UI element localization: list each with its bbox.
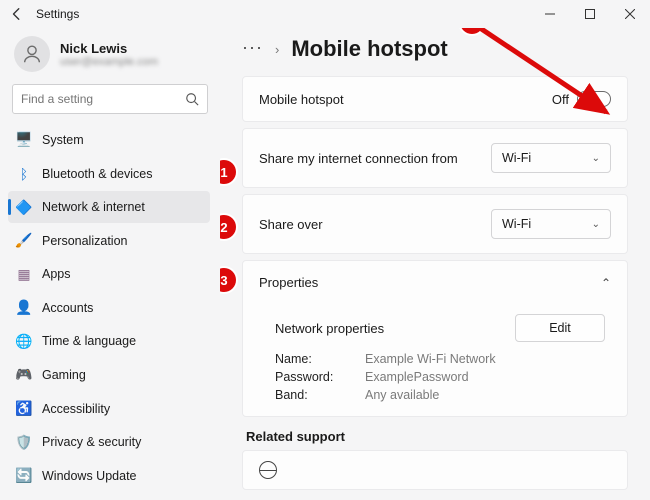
sidebar: Nick Lewis user@example.com 🖥️ System ᛒ Blu… (0, 28, 220, 500)
sidebar-item-gaming[interactable]: 🎮 Gaming (8, 359, 210, 392)
chevron-down-icon: ⌄ (592, 219, 600, 230)
band-key: Band: (275, 388, 365, 402)
properties-card: Properties ⌃ Network properties Edit Nam… (242, 260, 628, 417)
password-value: ExamplePassword (365, 370, 611, 384)
sidebar-icon: ▦ (16, 266, 32, 282)
name-key: Name: (275, 352, 365, 366)
breadcrumb-more[interactable]: ··· (242, 37, 263, 58)
share-over-label: Share over (259, 217, 323, 232)
titlebar: Settings (0, 0, 650, 28)
person-icon (21, 43, 43, 65)
annotation-4: 4 (460, 28, 484, 34)
sidebar-item-label: Time & language (42, 334, 136, 348)
annotation-1: 1 (220, 160, 236, 184)
hotspot-toggle[interactable]: Off (552, 91, 611, 107)
sidebar-icon: 🖥️ (16, 132, 32, 148)
user-email: user@example.com (60, 56, 158, 68)
sidebar-item-label: Bluetooth & devices (42, 167, 153, 181)
page-title: Mobile hotspot (291, 36, 447, 62)
search-box[interactable] (12, 84, 208, 114)
search-icon (185, 92, 199, 106)
sidebar-icon: ᛒ (16, 166, 32, 182)
close-button[interactable] (610, 0, 650, 28)
hotspot-label: Mobile hotspot (259, 92, 344, 107)
band-value: Any available (365, 388, 611, 402)
edit-button[interactable]: Edit (515, 314, 605, 342)
sidebar-item-time-language[interactable]: 🌐 Time & language (8, 325, 210, 358)
related-support-card[interactable] (242, 450, 628, 490)
sidebar-item-label: Accessibility (42, 402, 110, 416)
sidebar-icon: 🔄 (16, 468, 32, 484)
avatar (14, 36, 50, 72)
user-name: Nick Lewis (60, 41, 158, 56)
network-properties-label: Network properties (275, 321, 384, 336)
properties-header: Properties (259, 275, 318, 290)
minimize-button[interactable] (530, 0, 570, 28)
sidebar-item-label: Apps (42, 267, 71, 281)
sidebar-item-network-internet[interactable]: 🔷 Network & internet (8, 191, 210, 224)
sidebar-icon: 👤 (16, 300, 32, 316)
annotation-3: 3 (220, 268, 236, 292)
sidebar-item-label: Privacy & security (42, 435, 141, 449)
toggle-switch-icon (577, 91, 611, 107)
share-over-card: Share over Wi-Fi ⌄ (242, 194, 628, 254)
maximize-button[interactable] (570, 0, 610, 28)
share-over-dropdown[interactable]: Wi-Fi ⌄ (491, 209, 611, 239)
sidebar-icon: 🎮 (16, 367, 32, 383)
share-from-label: Share my internet connection from (259, 151, 458, 166)
password-key: Password: (275, 370, 365, 384)
sidebar-icon: 🌐 (16, 333, 32, 349)
sidebar-item-windows-update[interactable]: 🔄 Windows Update (8, 459, 210, 492)
window-title: Settings (36, 7, 79, 21)
sidebar-item-system[interactable]: 🖥️ System (8, 124, 210, 157)
maximize-icon (585, 9, 595, 19)
name-value: Example Wi-Fi Network (365, 352, 611, 366)
sidebar-item-label: System (42, 133, 84, 147)
sidebar-item-accounts[interactable]: 👤 Accounts (8, 292, 210, 325)
share-from-dropdown[interactable]: Wi-Fi ⌄ (491, 143, 611, 173)
chevron-up-icon: ⌃ (601, 276, 611, 290)
globe-icon (259, 461, 277, 479)
chevron-down-icon: ⌄ (592, 153, 600, 164)
sidebar-item-bluetooth-devices[interactable]: ᛒ Bluetooth & devices (8, 157, 210, 190)
sidebar-item-apps[interactable]: ▦ Apps (8, 258, 210, 291)
user-block[interactable]: Nick Lewis user@example.com (8, 30, 212, 82)
sidebar-item-label: Accounts (42, 301, 93, 315)
annotation-2: 2 (220, 215, 236, 239)
close-icon (625, 9, 635, 19)
sidebar-item-privacy-security[interactable]: 🛡️ Privacy & security (8, 426, 210, 459)
breadcrumb: ··· › Mobile hotspot (242, 36, 628, 62)
sidebar-item-label: Windows Update (42, 469, 137, 483)
share-from-card: Share my internet connection from Wi-Fi … (242, 128, 628, 188)
minimize-icon (545, 9, 555, 19)
sidebar-item-label: Network & internet (42, 200, 145, 214)
sidebar-nav: 🖥️ System ᛒ Bluetooth & devices 🔷 Network & i… (8, 124, 212, 492)
sidebar-icon: 🛡️ (16, 434, 32, 450)
sidebar-icon: ♿ (16, 401, 32, 417)
hotspot-card: Mobile hotspot Off (242, 76, 628, 122)
back-button[interactable] (4, 1, 30, 27)
sidebar-item-label: Personalization (42, 234, 127, 248)
related-support-header: Related support (246, 429, 628, 444)
share-over-value: Wi-Fi (502, 217, 531, 231)
back-arrow-icon (10, 7, 24, 21)
chevron-right-icon: › (275, 42, 279, 57)
sidebar-icon: 🖌️ (16, 233, 32, 249)
properties-header-row[interactable]: Properties ⌃ (243, 261, 627, 304)
sidebar-item-personalization[interactable]: 🖌️ Personalization (8, 224, 210, 257)
share-from-value: Wi-Fi (502, 151, 531, 165)
main-panel: ··· › Mobile hotspot Mobile hotspot Off … (220, 28, 650, 500)
search-input[interactable] (21, 92, 185, 106)
sidebar-item-accessibility[interactable]: ♿ Accessibility (8, 392, 210, 425)
hotspot-state: Off (552, 92, 569, 107)
sidebar-icon: 🔷 (16, 199, 32, 215)
sidebar-item-label: Gaming (42, 368, 86, 382)
